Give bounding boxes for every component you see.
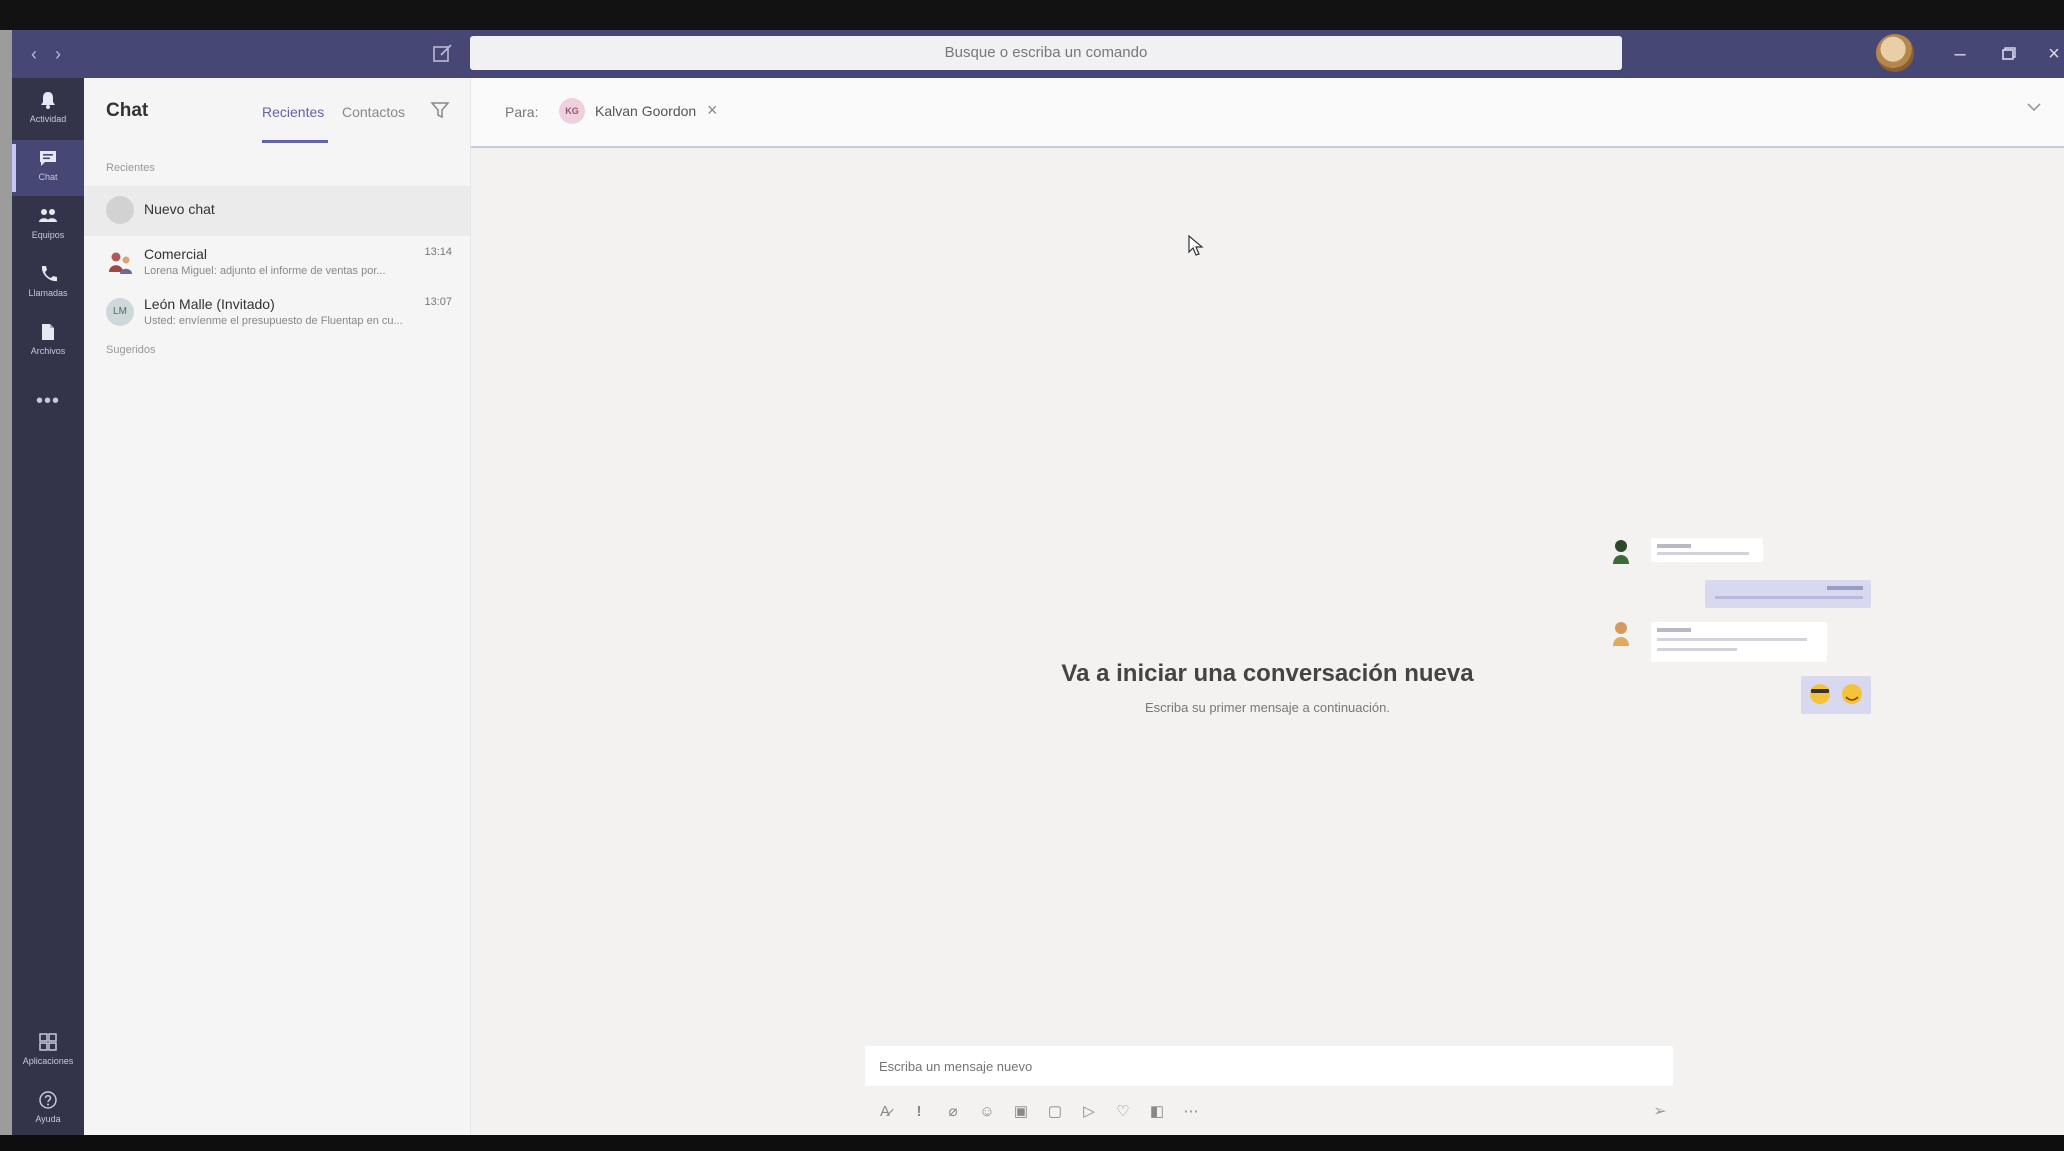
stream-icon[interactable]: ◧ — [1145, 1100, 1169, 1124]
rail-item-chat[interactable]: Chat — [12, 140, 84, 196]
meet-now-icon[interactable]: ▷ — [1077, 1100, 1101, 1124]
praise-icon[interactable]: ♡ — [1111, 1100, 1135, 1124]
rail-item-label: Actividad — [29, 114, 67, 124]
chat-list-pane: Chat Recientes Contactos Recientes Nuevo… — [84, 78, 471, 1135]
help-icon — [38, 1090, 58, 1110]
active-tab-indicator — [262, 140, 328, 143]
more-apps-icon[interactable]: ••• — [12, 390, 84, 413]
format-icon[interactable]: A̷ — [873, 1100, 897, 1124]
chat-icon — [38, 148, 58, 168]
sticker-icon[interactable]: ▢ — [1043, 1100, 1067, 1124]
tab-contacts[interactable]: Contactos — [342, 104, 405, 120]
chevron-down-icon[interactable] — [2025, 98, 2043, 116]
rail-item-apps[interactable]: Aplicaciones — [12, 1024, 84, 1080]
gif-icon[interactable]: ▣ — [1009, 1100, 1033, 1124]
list-item[interactable]: LM León Malle (Invitado) 13:07 Usted: en… — [84, 288, 470, 338]
conversation-pane: Para: KG Kalvan Goordon × Va a iniciar u… — [471, 78, 2064, 1135]
maximize-icon[interactable] — [1994, 40, 2022, 68]
mouse-cursor-icon — [1187, 234, 1205, 258]
forward-icon[interactable]: › — [48, 44, 68, 64]
rail-item-label: Archivos — [30, 346, 66, 356]
search-input[interactable]: Busque o escriba un comando — [470, 36, 1622, 70]
rail-item-label: Llamadas — [28, 288, 68, 298]
teams-icon — [38, 206, 58, 226]
recipient-chip[interactable]: KG Kalvan Goordon × — [559, 96, 727, 126]
chat-time: 13:14 — [424, 246, 452, 258]
close-icon[interactable]: × — [707, 100, 718, 121]
avatar: KG — [559, 98, 585, 124]
avatar[interactable] — [1876, 34, 1914, 72]
empty-state-title: Va a iniciar una conversación nueva — [1061, 660, 1474, 687]
bell-icon — [38, 90, 58, 110]
rail-item-label: Ayuda — [35, 1114, 61, 1124]
filter-icon[interactable] — [430, 100, 450, 120]
minimize-icon[interactable]: – — [1946, 40, 1974, 68]
more-options-icon[interactable]: ⋯ — [1179, 1100, 1203, 1124]
new-conversation-illustration — [1601, 530, 1877, 720]
rail-item-calls[interactable]: Llamadas — [12, 256, 84, 312]
title-bar: ‹ › Busque o escriba un comando – × — [12, 30, 2064, 78]
chat-name: León Malle (Invitado) — [144, 296, 275, 312]
screen-top-border — [0, 0, 2064, 30]
chat-preview: Lorena Miguel: adjunto el informe de ven… — [144, 265, 386, 277]
avatar — [106, 196, 134, 224]
rail-item-help[interactable]: Ayuda — [12, 1082, 84, 1138]
compose-toolbar: A̷ ! ⌀ ☺ ▣ ▢ ▷ ♡ ◧ ⋯ — [865, 1098, 1673, 1126]
screen-bottom-border — [0, 1135, 2064, 1151]
rail-item-label: Aplicaciones — [22, 1056, 74, 1066]
to-label: Para: — [505, 104, 539, 120]
rail-item-label: Equipos — [31, 230, 65, 240]
group-avatar — [106, 248, 134, 276]
section-label-recent: Recientes — [106, 162, 155, 174]
rail-item-teams[interactable]: Equipos — [12, 198, 84, 254]
rail-item-files[interactable]: Archivos — [12, 314, 84, 370]
chat-name: Nuevo chat — [144, 201, 215, 217]
files-icon — [38, 322, 58, 342]
screen-left-border — [0, 30, 12, 1135]
list-item[interactable]: Comercial 13:14 Lorena Miguel: adjunto e… — [84, 238, 470, 288]
app-rail: Actividad Chat Equipos Llamadas Archivos… — [12, 78, 84, 1135]
recipient-name: Kalvan Goordon — [595, 103, 697, 119]
important-icon[interactable]: ! — [907, 1100, 931, 1124]
phone-icon — [38, 264, 58, 284]
emoji-icon[interactable]: ☺ — [975, 1100, 999, 1124]
message-input[interactable] — [865, 1046, 1673, 1086]
new-chat-icon[interactable] — [432, 44, 454, 64]
conversation-header: Para: KG Kalvan Goordon × — [471, 78, 2064, 148]
section-label-suggested: Sugeridos — [106, 344, 156, 356]
list-item[interactable]: Nuevo chat — [84, 186, 470, 236]
send-icon[interactable]: ➢ — [1647, 1100, 1673, 1124]
apps-icon — [38, 1032, 58, 1052]
page-title: Chat — [106, 100, 149, 121]
tab-recent[interactable]: Recientes — [262, 104, 324, 120]
chat-preview: Usted: envíenme el presupuesto de Fluent… — [144, 315, 403, 327]
avatar: LM — [106, 298, 134, 326]
empty-state-subtitle: Escriba su primer mensaje a continuación… — [1145, 700, 1390, 715]
close-icon[interactable]: × — [2040, 40, 2064, 68]
rail-item-label: Chat — [38, 172, 58, 182]
rail-item-activity[interactable]: Actividad — [12, 82, 84, 138]
compose-box — [865, 1046, 1673, 1086]
attach-icon[interactable]: ⌀ — [941, 1100, 965, 1124]
chat-name: Comercial — [144, 246, 208, 262]
back-icon[interactable]: ‹ — [24, 44, 44, 64]
chat-time: 13:07 — [424, 296, 452, 308]
